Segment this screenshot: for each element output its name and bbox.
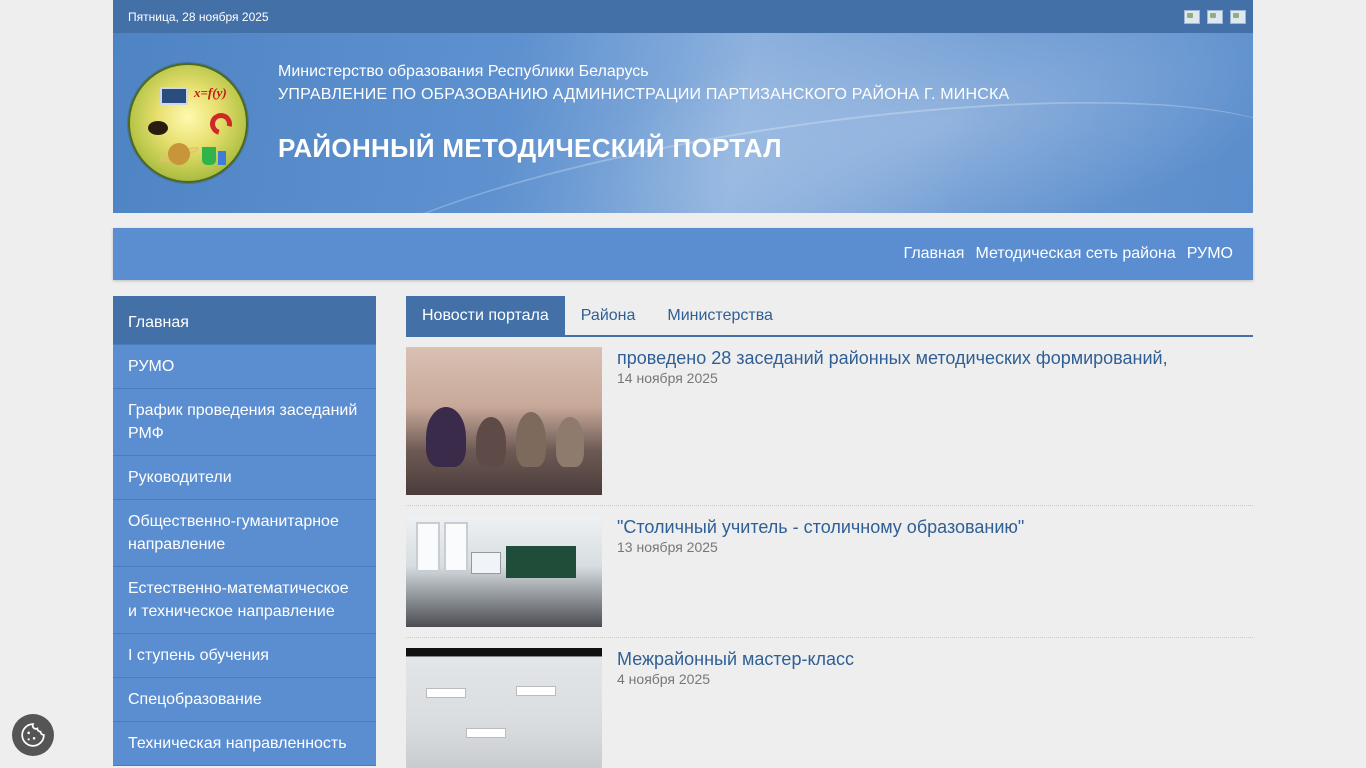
sidebar-item-home[interactable]: Главная <box>113 301 376 345</box>
main-content: Новости портала Района Министерства пров… <box>406 296 1253 768</box>
sidebar-menu: Главная РУМО График проведения заседаний… <box>113 296 376 766</box>
sidebar-item-technical[interactable]: Техническая направленность <box>113 722 376 766</box>
header-banner: x=f(y) Министерство образования Республи… <box>113 33 1253 213</box>
nav-methodical-network[interactable]: Методическая сеть района <box>975 245 1175 263</box>
news-date: 4 ноября 2025 <box>617 671 711 687</box>
news-thumbnail[interactable] <box>406 516 602 627</box>
news-thumbnail[interactable] <box>406 648 602 768</box>
sidebar-item-humanities[interactable]: Общественно-гуманитарное направление <box>113 500 376 567</box>
flask-icon <box>202 147 216 165</box>
top-bar: Пятница, 28 ноября 2025 <box>113 0 1253 33</box>
news-title[interactable]: проведено 28 заседаний районных методиче… <box>617 347 1168 369</box>
news-item: проведено 28 заседаний районных методиче… <box>406 337 1253 506</box>
news-item: Межрайонный мастер-класс 4 ноября 2025 <box>406 638 1253 768</box>
cookie-settings-button[interactable] <box>12 714 54 756</box>
logo-formula: x=f(y) <box>194 85 227 100</box>
language-flag-icon[interactable] <box>1207 9 1223 24</box>
laptop-icon <box>160 87 188 105</box>
news-title[interactable]: "Столичный учитель - столичному образова… <box>617 516 1024 538</box>
news-thumbnail[interactable] <box>406 347 602 495</box>
main-navigation: Главная Методическая сеть района РУМО <box>113 228 1253 280</box>
test-tube-icon <box>218 151 226 165</box>
administration-name: УПРАВЛЕНИЕ ПО ОБРАЗОВАНИЮ АДМИНИСТРАЦИИ … <box>278 86 1010 103</box>
news-title[interactable]: Межрайонный мастер-класс <box>617 648 854 670</box>
sidebar-item-schedule[interactable]: График проведения заседаний РМФ <box>113 389 376 456</box>
news-tabs: Новости портала Района Министерства <box>406 296 1253 337</box>
sidebar-item-leaders[interactable]: Руководители <box>113 456 376 500</box>
planet-icon <box>168 143 190 165</box>
news-body: проведено 28 заседаний районных методиче… <box>602 347 1168 495</box>
language-flag-icon[interactable] <box>1184 9 1200 24</box>
language-flag-icon[interactable] <box>1230 9 1246 24</box>
page-wrapper: Пятница, 28 ноября 2025 x=f(y) Министерс… <box>113 0 1253 768</box>
sidebar-item-science-math[interactable]: Естественно-математическое и техническое… <box>113 567 376 634</box>
current-date: Пятница, 28 ноября 2025 <box>128 9 269 24</box>
news-date: 13 ноября 2025 <box>617 539 718 555</box>
tab-district[interactable]: Района <box>565 296 652 335</box>
news-body: "Столичный учитель - столичному образова… <box>602 516 1024 627</box>
sidebar-item-rumo[interactable]: РУМО <box>113 345 376 389</box>
sidebar-item-special-education[interactable]: Спецобразование <box>113 678 376 722</box>
cookie-icon <box>21 723 45 747</box>
news-item: "Столичный учитель - столичному образова… <box>406 506 1253 638</box>
news-body: Межрайонный мастер-класс 4 ноября 2025 <box>602 648 854 768</box>
language-switcher <box>1184 9 1246 24</box>
nav-rumo[interactable]: РУМО <box>1187 245 1233 263</box>
tab-ministry[interactable]: Министерства <box>651 296 789 335</box>
ministry-name: Министерство образования Республики Бела… <box>278 63 649 80</box>
portal-title: РАЙОННЫЙ МЕТОДИЧЕСКИЙ ПОРТАЛ <box>278 133 782 163</box>
sidebar-item-primary-stage[interactable]: I ступень обучения <box>113 634 376 678</box>
portal-logo[interactable]: x=f(y) <box>128 63 248 183</box>
beetle-icon <box>148 121 168 135</box>
nav-home[interactable]: Главная <box>904 245 965 263</box>
tab-portal-news[interactable]: Новости портала <box>406 296 565 335</box>
magnet-icon <box>205 108 237 140</box>
news-date: 14 ноября 2025 <box>617 370 718 386</box>
